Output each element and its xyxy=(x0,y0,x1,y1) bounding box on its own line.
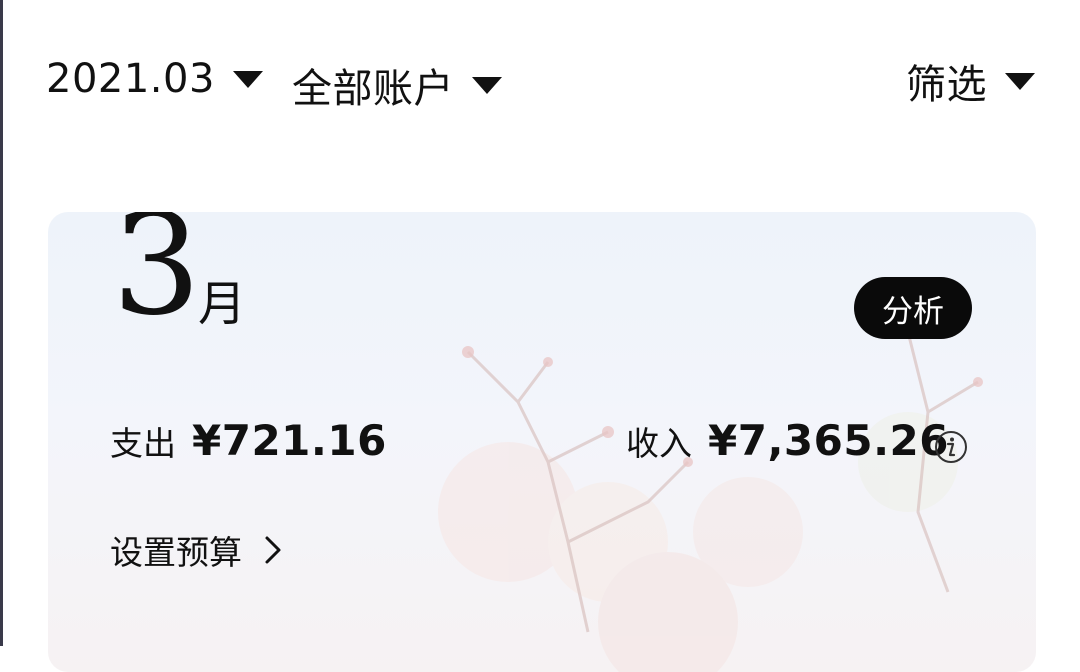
expense-label: 支出 xyxy=(110,424,176,463)
filter-bar: 2021.03 全部账户 筛选 xyxy=(0,0,1080,170)
chevron-right-icon xyxy=(265,536,281,564)
caret-down-icon xyxy=(1005,72,1035,90)
month-number: 3 xyxy=(112,212,202,347)
account-dropdown[interactable]: 全部账户 xyxy=(292,56,502,114)
set-budget-label: 设置预算 xyxy=(110,533,242,572)
caret-down-icon xyxy=(232,70,263,88)
filter-dropdown-label: 筛选 xyxy=(906,62,987,108)
month-suffix: 月 xyxy=(198,276,247,332)
account-dropdown-label: 全部账户 xyxy=(292,66,454,112)
income-label: 收入 xyxy=(626,424,692,463)
month-dropdown[interactable]: 2021.03 xyxy=(46,56,263,102)
caret-down-icon xyxy=(472,76,502,94)
month-dropdown-label: 2021.03 xyxy=(46,56,215,102)
info-icon[interactable] xyxy=(934,430,968,464)
expense-summary: 支出 ¥721.16 xyxy=(110,416,387,465)
income-amount: ¥7,365.26 xyxy=(708,416,949,465)
filter-dropdown[interactable]: 筛选 xyxy=(906,52,1035,110)
analysis-button[interactable]: 分析 xyxy=(854,277,972,339)
expense-amount: ¥721.16 xyxy=(192,416,387,465)
set-budget-link[interactable]: 设置预算 xyxy=(110,526,282,574)
month-summary-card: 3 月 分析 支出 ¥721.16 收入 ¥7,365.26 设置预算 xyxy=(48,212,1036,672)
income-summary: 收入 ¥7,365.26 xyxy=(626,416,949,465)
